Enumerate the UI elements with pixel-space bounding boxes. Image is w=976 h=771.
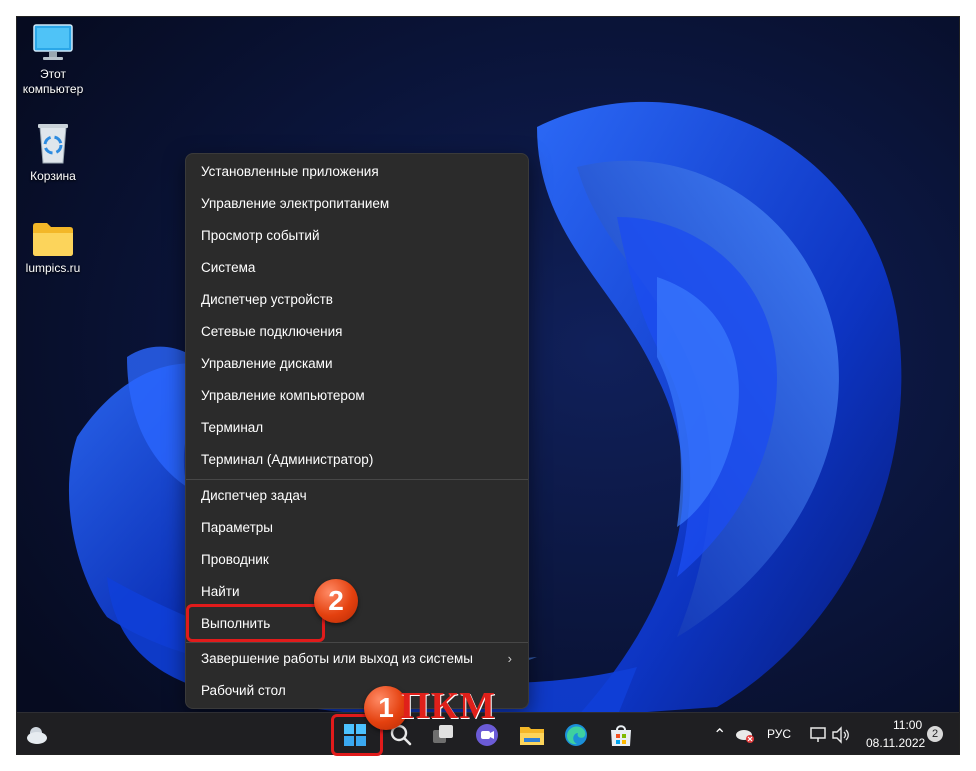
monitor-icon	[33, 24, 73, 60]
display-icon[interactable]	[809, 726, 827, 744]
step-2-badge: 2	[314, 579, 358, 623]
desktop-icon-recycle-bin[interactable]: Корзина	[17, 121, 93, 184]
clock-date[interactable]: 08.11.2022	[866, 736, 925, 750]
menu-separator	[186, 479, 528, 480]
menu-item-settings[interactable]: Параметры	[190, 513, 524, 543]
desktop-icon-label: Этот	[40, 67, 66, 81]
desktop-icon-label: компьютер	[22, 82, 84, 96]
menu-item-task-manager[interactable]: Диспетчер задач	[190, 481, 524, 511]
right-click-label: ПКМ	[400, 685, 496, 727]
network-status-icon[interactable]	[735, 726, 755, 744]
store-icon[interactable]	[607, 721, 635, 749]
chevron-up-icon[interactable]: ⌃	[713, 725, 726, 745]
recycle-bin-icon	[38, 124, 68, 164]
language-indicator[interactable]: РУС	[767, 727, 791, 741]
notification-badge[interactable]: 2	[927, 726, 943, 742]
menu-item-shutdown-signout[interactable]: Завершение работы или выход из системы ›	[190, 644, 524, 674]
desktop-icon-folder[interactable]: lumpics.ru	[17, 221, 93, 276]
menu-item-system[interactable]: Система	[190, 253, 524, 283]
menu-item-terminal[interactable]: Терминал	[190, 413, 524, 443]
chevron-right-icon: ›	[507, 651, 512, 666]
menu-item-network-connections[interactable]: Сетевые подключения	[190, 317, 524, 347]
menu-item-event-viewer[interactable]: Просмотр событий	[190, 221, 524, 251]
run-highlight-box	[186, 604, 325, 642]
menu-item-power-options[interactable]: Управление электропитанием	[190, 189, 524, 219]
menu-item-computer-management[interactable]: Управление компьютером	[190, 381, 524, 411]
menu-item-device-manager[interactable]: Диспетчер устройств	[190, 285, 524, 315]
file-explorer-icon[interactable]	[518, 721, 546, 749]
menu-item-file-explorer[interactable]: Проводник	[190, 545, 524, 575]
folder-icon	[33, 223, 73, 256]
desktop-icon-label: lumpics.ru	[25, 261, 81, 275]
desktop-screen: Этот компьютер Корзина lumpics.ru Устано…	[16, 16, 960, 755]
menu-item-disk-management[interactable]: Управление дисками	[190, 349, 524, 379]
menu-item-terminal-admin[interactable]: Терминал (Администратор)	[190, 445, 524, 475]
weather-icon[interactable]	[23, 721, 51, 749]
desktop-icon-this-pc[interactable]: Этот компьютер	[17, 23, 93, 97]
volume-icon[interactable]	[831, 726, 851, 744]
edge-icon[interactable]	[562, 721, 590, 749]
menu-item-installed-apps[interactable]: Установленные приложения	[190, 157, 524, 187]
desktop-icon-label: Корзина	[30, 169, 76, 183]
menu-separator	[186, 642, 528, 643]
clock-time[interactable]: 11:00	[893, 718, 922, 732]
